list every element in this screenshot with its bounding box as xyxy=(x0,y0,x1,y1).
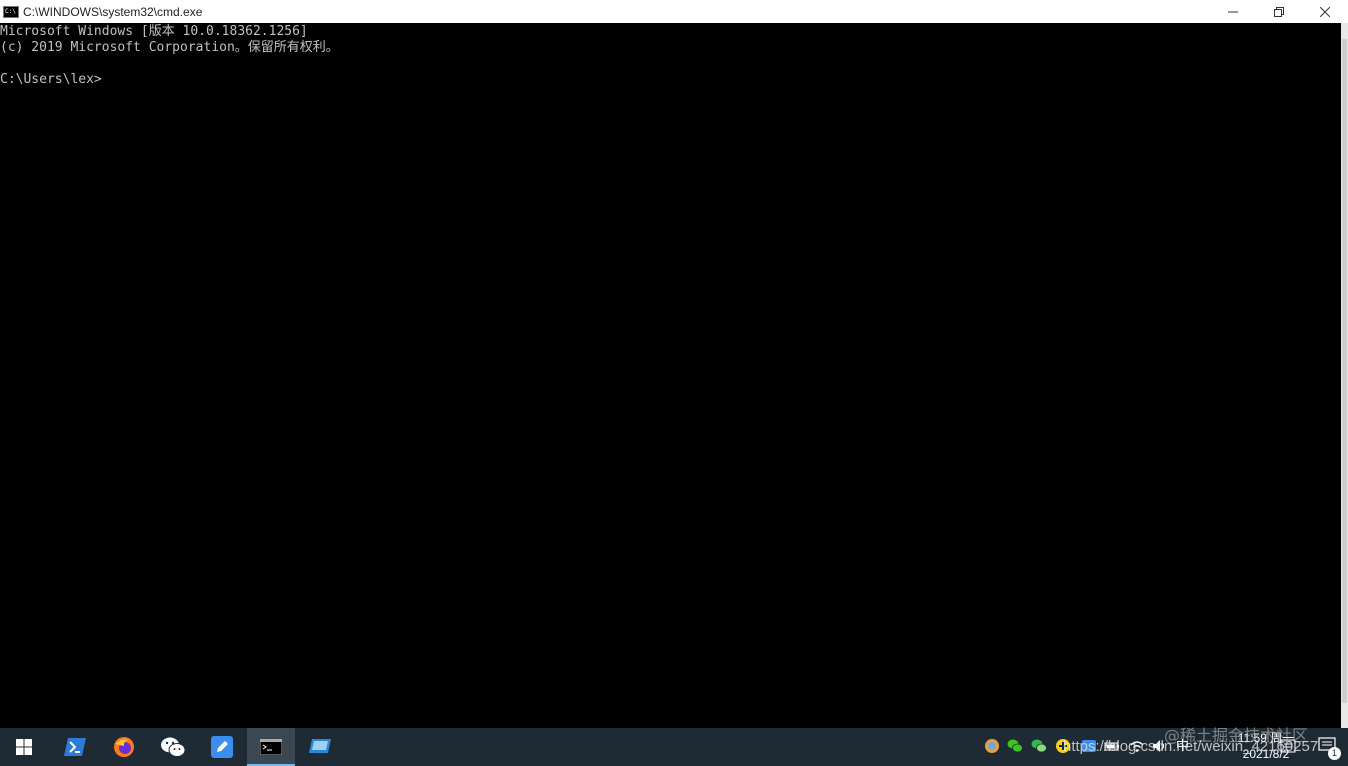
meeting-tray-icon[interactable] xyxy=(1081,738,1097,754)
start-button[interactable] xyxy=(0,728,48,766)
taskbar-notes[interactable] xyxy=(198,728,246,766)
minimize-button[interactable] xyxy=(1210,0,1256,23)
console-line: (c) 2019 Microsoft Corporation。保留所有权利。 xyxy=(0,40,339,55)
close-button[interactable] xyxy=(1302,0,1348,23)
taskbar-remote[interactable] xyxy=(296,728,344,766)
wechat-tray-icon[interactable] xyxy=(1007,738,1023,754)
remote-desktop-icon xyxy=(309,739,331,753)
console-line: Microsoft Windows [版本 10.0.18362.1256] xyxy=(0,24,308,39)
notification-center-button[interactable]: 1 xyxy=(1318,737,1341,760)
taskbar-powershell[interactable] xyxy=(51,728,99,766)
window-title: C:\WINDOWS\system32\cmd.exe xyxy=(23,4,203,19)
title-bar[interactable]: C:\ C:\WINDOWS\system32\cmd.exe xyxy=(0,0,1348,23)
notification-count-badge: 1 xyxy=(1328,747,1341,760)
scrollbar-thumb[interactable] xyxy=(1342,39,1347,703)
restore-icon xyxy=(1274,6,1284,17)
console-output[interactable]: Microsoft Windows [版本 10.0.18362.1256] (… xyxy=(0,23,1341,728)
cmd-icon xyxy=(260,739,282,755)
taskbar xyxy=(0,728,1348,766)
input-panel-icon[interactable] xyxy=(1280,738,1296,754)
cmd-window: C:\ C:\WINDOWS\system32\cmd.exe Microsof… xyxy=(0,0,1348,728)
volume-icon[interactable] xyxy=(1152,738,1168,754)
pen-note-icon xyxy=(211,736,233,758)
battery-icon[interactable] xyxy=(1104,738,1120,754)
restore-button[interactable] xyxy=(1256,0,1302,23)
vertical-scrollbar[interactable] xyxy=(1341,23,1348,728)
taskbar-wechat[interactable] xyxy=(149,728,197,766)
wechat-work-tray-icon[interactable] xyxy=(1031,738,1047,754)
taskbar-cmd[interactable] xyxy=(247,728,295,766)
tray-app-icon[interactable] xyxy=(984,738,1000,754)
wifi-icon[interactable] xyxy=(1129,738,1145,754)
close-icon xyxy=(1320,6,1330,17)
plus-tray-icon[interactable] xyxy=(1055,738,1071,754)
taskbar-firefox[interactable] xyxy=(100,728,148,766)
wechat-icon xyxy=(161,737,186,757)
firefox-icon xyxy=(114,737,134,757)
powershell-icon xyxy=(64,738,86,756)
cmd-app-icon[interactable]: C:\ xyxy=(3,5,19,18)
window-controls xyxy=(1210,0,1348,23)
windows-logo-icon xyxy=(16,739,32,755)
minimize-icon xyxy=(1228,11,1238,12)
ime-indicator[interactable]: 中 xyxy=(1176,738,1189,756)
console-prompt[interactable]: C:\Users\lex> xyxy=(0,72,1341,88)
